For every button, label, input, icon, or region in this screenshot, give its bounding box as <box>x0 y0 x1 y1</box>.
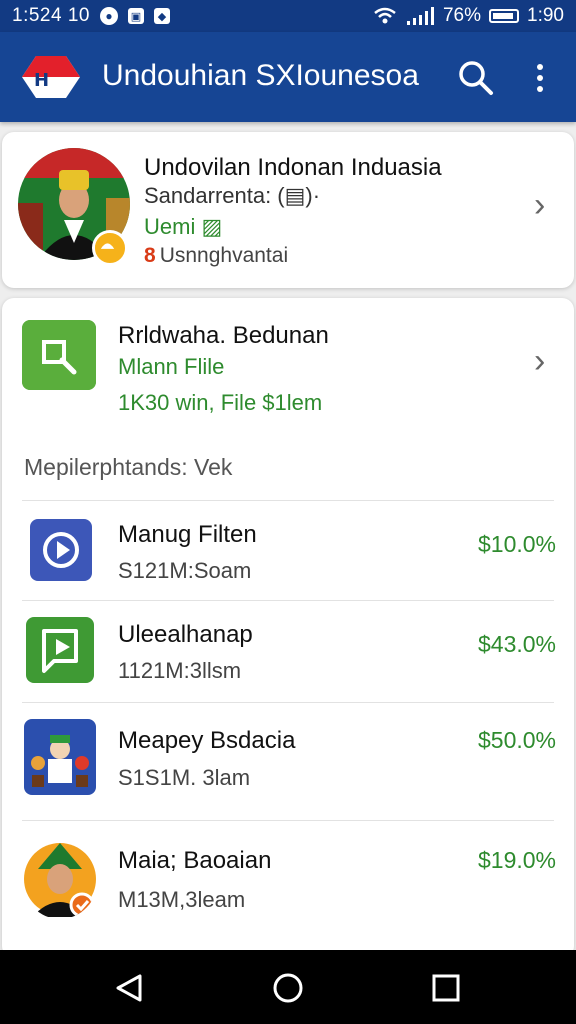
back-icon[interactable] <box>112 970 148 1006</box>
row-meta: 1121M:3llsm <box>118 658 242 683</box>
verified-badge-icon <box>92 230 128 266</box>
status-time: 1:524 10 <box>12 5 90 26</box>
status-bar: 1:524 10 ● ▣ ◆ 76% 1:90 <box>0 0 576 32</box>
section-label: Mepilerphtands: Vek <box>24 454 233 480</box>
row-value: $43.0% <box>477 631 556 657</box>
wifi-icon <box>374 7 396 24</box>
more-options-icon[interactable] <box>528 58 552 98</box>
search-file-icon <box>22 320 96 390</box>
row-value: $10.0% <box>477 531 556 557</box>
featured-title: Rrldwaha. Bedunan <box>118 322 329 349</box>
row-title: Maia; Baoaian <box>118 847 272 874</box>
list-item[interactable]: Manug Filten S121M:Soam $10.0% <box>22 500 556 601</box>
battery-percent: 76% <box>442 5 482 26</box>
logo-text: H <box>34 70 49 91</box>
signal-icon <box>406 7 434 25</box>
list-card: Rrldwaha. Bedunan Mlann Flile 1K30 win, … <box>2 298 574 958</box>
location-text: Usnnghvantai <box>159 244 289 267</box>
location-icon: 8 <box>144 244 156 267</box>
row-meta: M13M,3leam <box>118 887 246 912</box>
row-title: Meapey Bsdacia <box>118 727 296 754</box>
home-icon[interactable] <box>270 970 306 1006</box>
list-item[interactable]: Maia; Baoaian M13M,3leam $19.0% <box>22 820 556 921</box>
chevron-right-icon: › <box>534 186 546 224</box>
illustration-icon <box>24 719 96 795</box>
avatar <box>18 148 130 266</box>
app-title: Undouhian SXIounesoa <box>102 59 419 92</box>
image-icon: ▣ <box>127 8 144 24</box>
row-title: Manug Filten <box>118 521 257 548</box>
play-icon <box>26 617 94 683</box>
profile-tag: Uemi ▨ <box>144 214 223 239</box>
system-nav-bar <box>0 950 576 1024</box>
row-meta: S1S1M. 3lam <box>118 765 251 790</box>
row-meta: S121M:Soam <box>118 558 252 583</box>
play-icon <box>30 519 92 581</box>
featured-meta: 1K30 win, File $1lem <box>118 390 323 415</box>
search-icon[interactable] <box>456 58 496 98</box>
shield-icon: ◆ <box>153 8 170 24</box>
featured-subtitle: Mlann Flile <box>118 354 225 379</box>
list-item[interactable]: Uleealhanap 1121M:3llsm $43.0% <box>22 600 556 701</box>
chevron-right-icon: › <box>534 342 546 380</box>
profile-subtitle: Sandarrenta: (▤)· <box>144 183 321 208</box>
recents-icon[interactable] <box>428 970 464 1006</box>
list-item[interactable]: Meapey Bsdacia S1S1M. 3lam $50.0% <box>22 702 556 803</box>
app-logo-icon: H <box>22 56 80 98</box>
user-avatar-icon <box>24 843 96 918</box>
row-value: $19.0% <box>477 847 556 873</box>
row-title: Uleealhanap <box>118 621 253 648</box>
profile-location: 8 Usnnghvantai <box>144 244 288 268</box>
row-value: $50.0% <box>477 727 556 753</box>
notification-icon: ● <box>99 7 118 25</box>
profile-card[interactable]: Undovilan Indonan Induasia Sandarrenta: … <box>2 132 574 288</box>
status-clock: 1:90 <box>527 5 564 26</box>
battery-icon <box>489 9 520 23</box>
profile-name: Undovilan Indonan Induasia <box>144 154 442 181</box>
app-bar: H Undouhian SXIounesoa <box>0 32 576 122</box>
